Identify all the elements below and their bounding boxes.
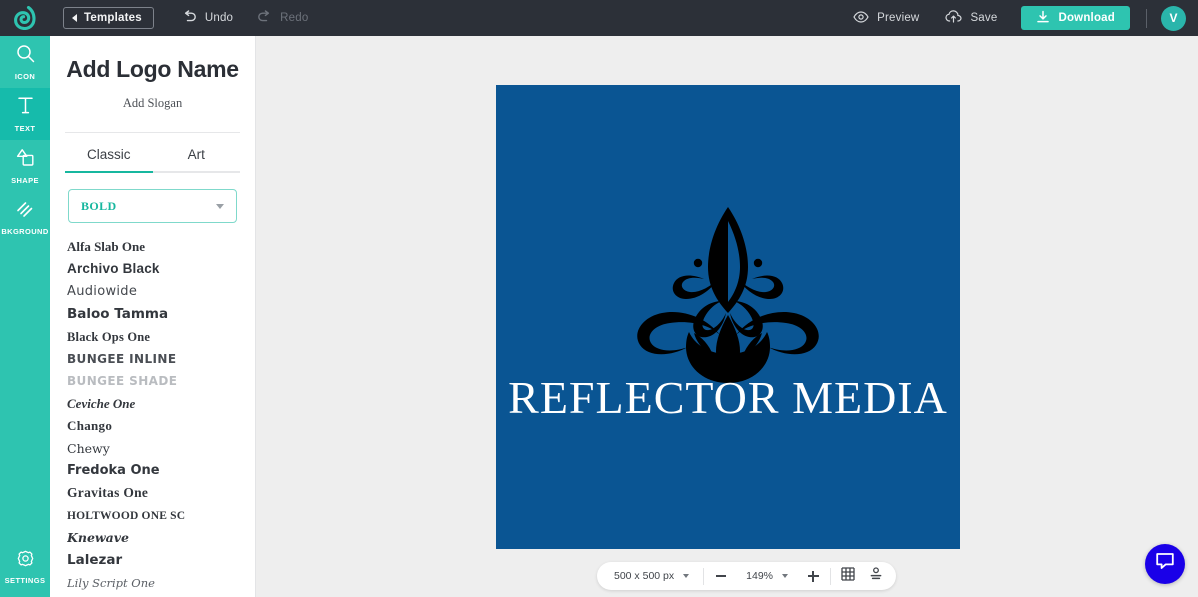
rail-item-icon-label: ICON — [14, 71, 36, 81]
font-weight-value: BOLD — [81, 198, 117, 213]
plus-icon — [807, 570, 819, 582]
canvas-size-value: 500 x 500 px — [614, 570, 675, 582]
brand-logo[interactable] — [0, 0, 50, 36]
app-root: Templates Undo Redo Preview Save Downloa… — [0, 0, 1198, 597]
background-hatch-icon — [16, 201, 35, 223]
font-list-item[interactable]: Chango — [67, 415, 255, 437]
logo-slogan-field[interactable]: Add Slogan — [50, 96, 255, 111]
align-center-button[interactable] — [862, 562, 890, 590]
save-label: Save — [970, 12, 998, 24]
minus-icon — [716, 575, 727, 577]
undo-arrow-icon — [182, 9, 197, 27]
avatar-initial: V — [1169, 11, 1178, 25]
cloud-upload-icon — [945, 10, 963, 26]
undo-label: Undo — [204, 12, 234, 24]
templates-button-label: Templates — [84, 12, 142, 24]
chat-support-button[interactable] — [1145, 544, 1185, 584]
rail-item-background[interactable]: BKGROUND — [0, 192, 50, 244]
font-list-item[interactable]: Lily Script One — [67, 572, 255, 594]
rail-item-shape-label: SHAPE — [11, 175, 39, 185]
avatar[interactable]: V — [1161, 5, 1186, 31]
font-list-item[interactable]: Black Ops One — [67, 326, 255, 348]
chevron-down-icon — [216, 203, 224, 209]
designevo-logo-icon — [14, 6, 36, 30]
chat-bubble-icon — [1155, 552, 1175, 576]
toolbar-divider — [1146, 8, 1147, 28]
gear-icon — [17, 550, 34, 572]
font-list-item[interactable]: Ceviche One — [67, 393, 255, 415]
canvas-size-select[interactable]: 500 x 500 px — [603, 570, 700, 582]
shape-icon — [16, 148, 35, 172]
save-button[interactable]: Save — [933, 0, 1009, 36]
font-list-item[interactable]: Archivo Black — [67, 258, 255, 280]
rail-item-shape[interactable]: SHAPE — [0, 140, 50, 192]
grid-toggle-button[interactable] — [834, 562, 862, 590]
download-icon — [1036, 10, 1050, 27]
rail-item-settings[interactable]: SETTINGS — [0, 541, 50, 593]
preview-button[interactable]: Preview — [841, 0, 931, 36]
font-list-item[interactable]: Lalezar — [67, 549, 255, 571]
undo-button[interactable]: Undo — [170, 0, 245, 36]
logo-canvas-text[interactable]: REFLECTOR MEDIA — [496, 371, 960, 424]
zoom-level-select[interactable]: 149% — [735, 570, 799, 582]
grid-icon — [841, 566, 855, 586]
chevron-left-icon — [72, 14, 77, 22]
bottom-divider-1 — [703, 567, 705, 585]
font-list[interactable]: Alfa Slab One Archivo Black Audiowide Baloo… — [50, 236, 255, 597]
font-list-item[interactable]: BUNGEE SHADE — [67, 370, 255, 392]
zoom-level-value: 149% — [746, 570, 773, 582]
rail-item-background-label: BKGROUND — [1, 226, 49, 236]
rail-item-text-label: TEXT — [14, 123, 36, 133]
rail-item-text[interactable]: TEXT — [0, 88, 50, 140]
eye-icon — [853, 10, 869, 26]
templates-button[interactable]: Templates — [63, 7, 154, 29]
preview-label: Preview — [877, 12, 920, 24]
font-list-item[interactable]: HOLTWOOD ONE SC — [67, 505, 255, 527]
chevron-down-icon — [782, 574, 788, 578]
font-list-item[interactable]: Chewy — [67, 438, 255, 460]
text-panel: Add Logo Name Add Slogan Classic Art BOL… — [50, 36, 256, 597]
font-list-item[interactable]: Audiowide — [67, 281, 255, 303]
tab-classic[interactable]: Classic — [65, 133, 153, 171]
font-list-item[interactable]: Fredoka One — [67, 460, 255, 482]
font-list-item[interactable]: Alfa Slab One — [67, 236, 255, 258]
tabs-underline — [65, 171, 240, 173]
panel-tabs: Classic Art — [65, 133, 240, 171]
bottom-divider-2 — [830, 567, 831, 585]
top-toolbar: Templates Undo Redo Preview Save Downloa… — [0, 0, 1198, 36]
top-toolbar-right: Preview Save Download V — [841, 0, 1198, 36]
font-list-item[interactable]: Gravitas One — [67, 482, 255, 504]
align-center-icon — [869, 566, 883, 586]
ornamental-flourish-icon — [614, 205, 842, 390]
search-icon — [16, 44, 35, 68]
redo-button[interactable]: Redo — [245, 0, 320, 36]
tab-art[interactable]: Art — [153, 133, 241, 171]
text-t-icon — [17, 96, 34, 120]
rail-item-settings-label: SETTINGS — [4, 575, 46, 585]
redo-label: Redo — [280, 12, 309, 24]
workspace: REFLECTOR MEDIA 500 x 500 px 149% — [256, 36, 1198, 597]
font-list-item[interactable]: BUNGEE INLINE — [67, 348, 255, 370]
font-list-item[interactable]: Knewave — [67, 527, 255, 549]
logo-name-field[interactable]: Add Logo Name — [50, 56, 255, 83]
font-weight-select[interactable]: BOLD — [68, 189, 237, 223]
rail-item-icon[interactable]: ICON — [0, 36, 50, 88]
left-tool-rail: ICON TEXT SHAPE BKGROUND SETTINGS — [0, 36, 50, 597]
canvas-bottom-toolbar: 500 x 500 px 149% — [597, 562, 896, 590]
download-label: Download — [1058, 12, 1115, 24]
redo-arrow-icon — [257, 9, 272, 27]
chevron-down-icon — [683, 574, 690, 578]
font-list-item[interactable]: Baloo Tamma — [67, 303, 255, 325]
logo-canvas[interactable]: REFLECTOR MEDIA — [496, 85, 960, 549]
zoom-in-button[interactable] — [799, 562, 827, 590]
download-button[interactable]: Download — [1021, 6, 1130, 30]
zoom-out-button[interactable] — [707, 562, 735, 590]
